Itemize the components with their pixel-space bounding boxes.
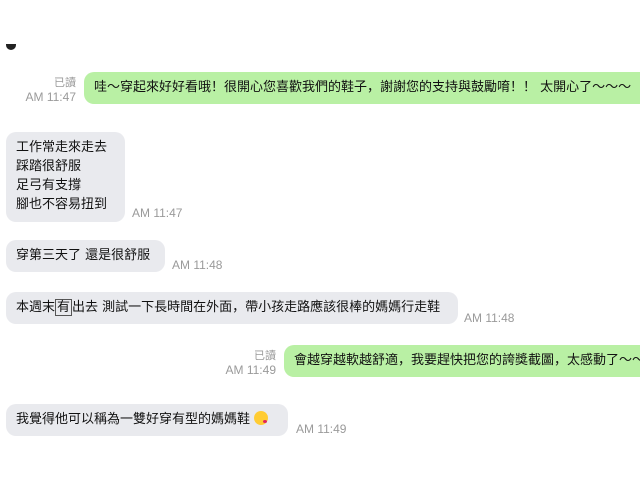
- message-text-line: 足弓有支撐: [16, 178, 82, 193]
- message-6-meta: AM 11:49: [296, 422, 346, 436]
- message-timestamp: AM 11:49: [225, 363, 276, 377]
- message-4-meta: AM 11:48: [464, 311, 514, 325]
- message-timestamp: AM 11:48: [172, 258, 223, 272]
- message-timestamp: AM 11:48: [464, 311, 515, 325]
- message-text-part: 我覺得他可以稱為一雙好穿有型的媽媽鞋: [16, 412, 251, 427]
- message-text: 哇～穿起來好好看哦！很開心您喜歡我們的鞋子，謝謝您的支持與鼓勵唷！！ 太開心了～…: [94, 80, 632, 95]
- message-bubble-outgoing-5[interactable]: 會越穿越軟越舒適，我要趕快把您的誇獎截圖，太感動了～～: [284, 345, 640, 377]
- message-bubble-incoming-3[interactable]: 穿第三天了 還是很舒服: [6, 240, 165, 272]
- partial-element-top: [6, 44, 16, 50]
- message-text-line: 踩踏很舒服: [16, 159, 82, 174]
- kissing-face-emoji-icon: [254, 411, 269, 425]
- message-text: 穿第三天了 還是很舒服: [16, 248, 151, 263]
- message-timestamp: AM 11:47: [132, 206, 183, 220]
- read-receipt: 已讀: [254, 350, 276, 362]
- message-text: 本週末有出去 測試一下長時間在外面，帶小孩走路應該很棒的媽媽行走鞋: [16, 298, 448, 318]
- message-2-meta: AM 11:47: [132, 206, 182, 220]
- message-text-part: 本週末: [16, 300, 56, 315]
- message-1-meta: 已讀 AM 11:47: [18, 76, 76, 104]
- message-3-meta: AM 11:48: [172, 258, 222, 272]
- message-5-meta: 已讀 AM 11:49: [218, 349, 276, 377]
- message-text: 會越穿越軟越舒適，我要趕快把您的誇獎截圖，太感動了～～: [294, 353, 640, 368]
- message-text-line: 腳也不容易扭到: [16, 197, 108, 212]
- message-text-line: 工作常走來走去: [16, 140, 108, 155]
- message-bubble-outgoing-1[interactable]: 哇～穿起來好好看哦！很開心您喜歡我們的鞋子，謝謝您的支持與鼓勵唷！！ 太開心了～…: [84, 72, 640, 104]
- message-text-part: 出去 測試一下長時間在外面，帶小孩走路應該很棒的媽媽行走鞋: [72, 300, 441, 315]
- highlighted-character: 有: [55, 299, 73, 316]
- read-receipt: 已讀: [54, 77, 76, 89]
- message-text: 我覺得他可以稱為一雙好穿有型的媽媽鞋: [16, 410, 278, 430]
- message-bubble-incoming-4[interactable]: 本週末有出去 測試一下長時間在外面，帶小孩走路應該很棒的媽媽行走鞋: [6, 292, 458, 324]
- message-timestamp: AM 11:47: [25, 90, 76, 104]
- message-timestamp: AM 11:49: [296, 422, 347, 436]
- chat-view: 已讀 AM 11:47 哇～穿起來好好看哦！很開心您喜歡我們的鞋子，謝謝您的支持…: [0, 0, 640, 480]
- message-bubble-incoming-2[interactable]: 工作常走來走去 踩踏很舒服 足弓有支撐 腳也不容易扭到: [6, 132, 125, 222]
- message-bubble-incoming-6[interactable]: 我覺得他可以稱為一雙好穿有型的媽媽鞋: [6, 404, 288, 436]
